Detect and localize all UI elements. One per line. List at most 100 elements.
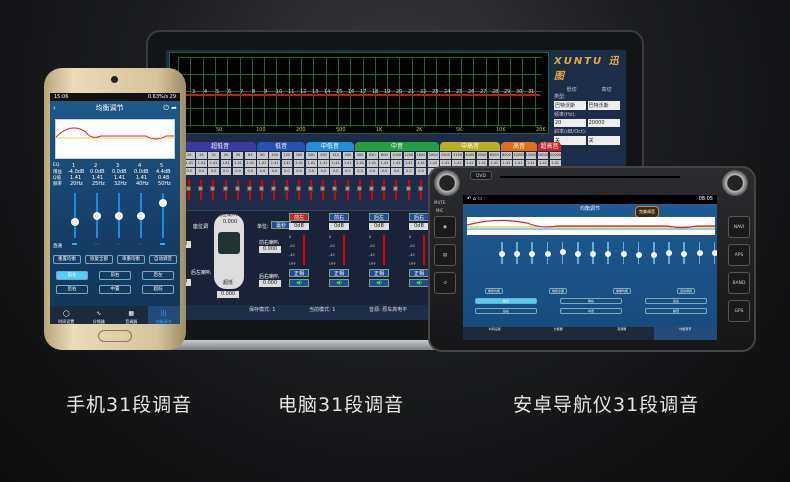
band-slider[interactable] — [696, 242, 703, 264]
freq-cell[interactable]: 200 — [306, 152, 317, 159]
freq-cell[interactable]: 5000 — [476, 152, 488, 159]
bypass-indicator[interactable] — [160, 243, 165, 245]
band-slider[interactable] — [137, 193, 145, 238]
eq-action-button[interactable]: 恢复全部 — [85, 255, 113, 264]
navi-button[interactable]: NAVI — [728, 216, 750, 238]
slider-knob[interactable] — [605, 251, 612, 258]
freq-cell[interactable]: 315 — [330, 152, 341, 159]
freq-cell[interactable]: 250 — [318, 152, 329, 159]
slider-knob[interactable] — [620, 251, 627, 258]
q-cell[interactable]: 1.41 — [403, 160, 415, 167]
q-cell[interactable]: 1.41 — [232, 160, 244, 167]
bypass-indicator[interactable] — [138, 243, 143, 245]
band-slider[interactable] — [590, 242, 597, 264]
band-tab[interactable]: 中高音 — [440, 142, 501, 151]
band-slider[interactable] — [529, 242, 536, 264]
menu-button[interactable]: ▤ — [434, 244, 456, 266]
phase-button[interactable]: 正相 — [409, 269, 429, 277]
channel-button[interactable]: 超低 — [142, 285, 174, 294]
band-slider[interactable] — [247, 180, 252, 200]
gain-cell[interactable]: 0.0 — [391, 168, 402, 175]
band-slider[interactable] — [635, 242, 642, 264]
channel-button[interactable]: 前左 — [56, 271, 88, 280]
band-slider[interactable] — [620, 242, 627, 264]
slider-knob[interactable] — [159, 198, 167, 207]
band-tab[interactable]: 高音 — [501, 142, 537, 151]
slider-knob[interactable] — [575, 251, 581, 258]
q-cell[interactable]: 1.41 — [318, 160, 329, 167]
freq-cell[interactable]: 1600 — [415, 152, 427, 159]
eq-action-button[interactable]: 自动调音 — [677, 288, 695, 294]
band-slider[interactable] — [295, 180, 301, 200]
gain-cell[interactable]: 0.0 — [293, 168, 305, 175]
band-slider[interactable] — [159, 193, 167, 238]
slider-knob[interactable] — [681, 251, 688, 258]
slider-knob[interactable] — [93, 211, 101, 220]
band-slider[interactable] — [666, 242, 673, 264]
freq-cell[interactable]: 10000 — [513, 152, 525, 159]
channel-button[interactable]: 前右 — [329, 213, 349, 221]
back-icon[interactable]: ‹ — [50, 101, 56, 115]
slider-knob[interactable] — [529, 251, 536, 258]
slider-knob[interactable] — [417, 186, 423, 191]
band-slider[interactable] — [271, 180, 277, 200]
slider-knob[interactable] — [369, 186, 374, 191]
rear-right-delay[interactable]: 0.000 — [259, 280, 281, 287]
freq-cell[interactable]: 8000 — [501, 152, 512, 159]
slider-knob[interactable] — [137, 211, 145, 220]
slider-knob[interactable] — [666, 250, 673, 256]
gain-cell[interactable]: 0.0 — [281, 168, 293, 175]
back-button[interactable]: ↺ — [434, 272, 456, 294]
band-slider[interactable] — [222, 180, 228, 200]
freq-cell[interactable]: 63 — [245, 152, 256, 159]
slider-knob[interactable] — [405, 186, 411, 191]
freq-cell[interactable]: 100 — [269, 152, 280, 159]
band-slider[interactable] — [381, 180, 387, 200]
q-cell[interactable]: 1.41 — [281, 160, 293, 167]
gain-cell[interactable]: 0.0 — [415, 168, 427, 175]
q-cell[interactable]: 1.41 — [220, 160, 232, 167]
slider-knob[interactable] — [283, 186, 289, 191]
channel-button[interactable]: 后左 — [142, 271, 174, 280]
band-slider[interactable] — [308, 180, 313, 200]
channel-button[interactable]: 超低 — [645, 308, 707, 314]
gain-cell[interactable]: 0.0 — [306, 168, 317, 175]
channel-button[interactable]: 中置 — [99, 285, 131, 294]
band-slider[interactable] — [332, 180, 338, 200]
q-cell[interactable]: 1.41 — [208, 160, 219, 167]
slider-knob[interactable] — [696, 250, 703, 256]
bottom-tab[interactable]: ||| 均衡调节 — [147, 306, 180, 324]
gain-cell[interactable]: 0.0 — [220, 168, 232, 175]
q-cell[interactable]: 1.41 — [415, 160, 427, 167]
slider-knob[interactable] — [711, 250, 717, 256]
slider-knob[interactable] — [295, 186, 301, 191]
slider-knob[interactable] — [651, 252, 657, 259]
slider-knob[interactable] — [320, 186, 326, 191]
slider-knob[interactable] — [308, 186, 313, 191]
band-slider[interactable] — [393, 180, 399, 200]
channel-fader[interactable] — [343, 235, 345, 265]
band-slider[interactable] — [210, 180, 216, 200]
volume-knob[interactable] — [434, 170, 460, 196]
band-slider[interactable] — [417, 180, 423, 200]
slider-knob[interactable] — [210, 186, 216, 191]
slider-knob[interactable] — [247, 186, 252, 191]
freq-cell[interactable]: 32 — [208, 152, 219, 159]
slider-knob[interactable] — [222, 186, 228, 191]
band-slider[interactable] — [711, 242, 717, 264]
band-tab[interactable]: 超高音 — [537, 142, 562, 151]
band-slider[interactable] — [369, 180, 374, 200]
bottom-tab[interactable]: 均衡调节 — [653, 327, 717, 340]
band-slider[interactable] — [514, 242, 521, 264]
gain-cell[interactable]: 0.0 — [245, 168, 256, 175]
band-slider[interactable] — [259, 180, 265, 200]
band-tab[interactable]: 低音 — [257, 142, 305, 151]
freq-cell[interactable]: 800 — [379, 152, 390, 159]
band-slider[interactable] — [605, 242, 612, 264]
freq-cell[interactable]: 2500 — [440, 152, 451, 159]
eq-action-button[interactable]: 恢复全部 — [549, 288, 567, 294]
slider-knob[interactable] — [544, 251, 551, 258]
freq-cell[interactable]: 40 — [220, 152, 232, 159]
bottom-tab[interactable]: 时间设置 — [463, 327, 527, 340]
q-cell[interactable]: 1.41 — [257, 160, 268, 167]
